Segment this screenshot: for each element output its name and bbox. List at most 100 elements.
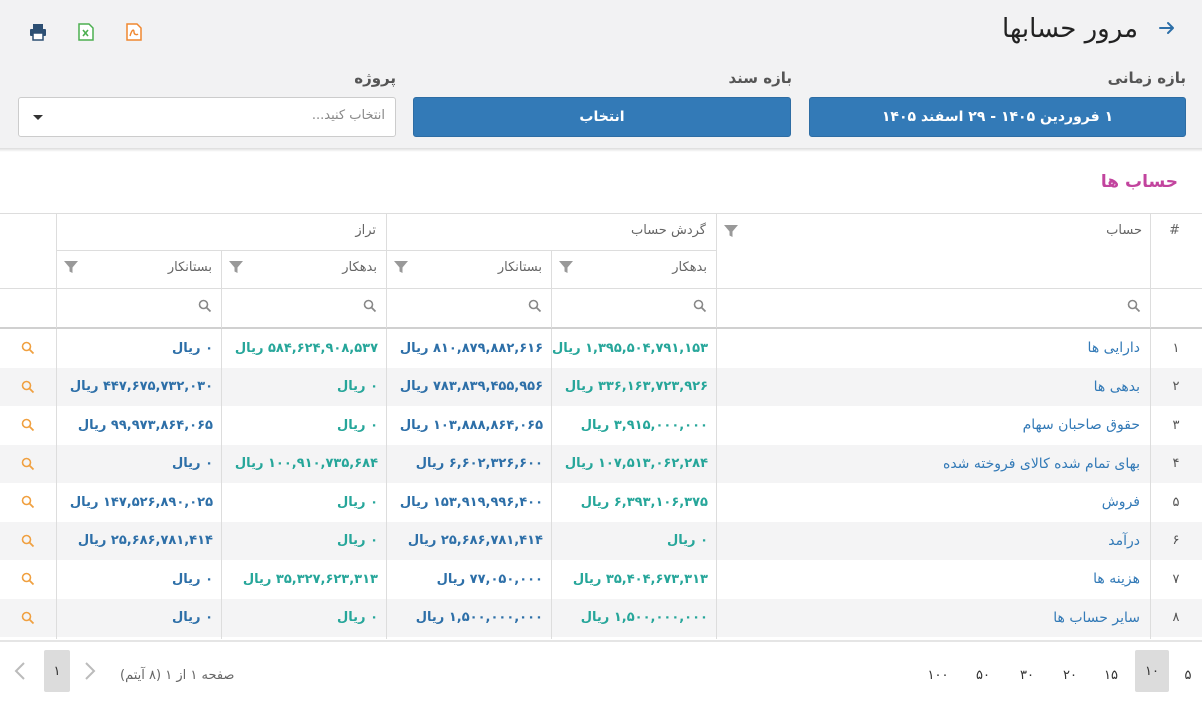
excel-icon[interactable] bbox=[74, 20, 98, 44]
page-size-100[interactable]: ۱۰۰ bbox=[926, 660, 950, 690]
table-row[interactable]: ۶ درآمد ۰ ریال ۲۵,۶۸۶,۷۸۱,۴۱۴ ریال ۰ ریال ۲۵,… bbox=[0, 521, 1202, 560]
row-index: ۸ bbox=[1172, 610, 1180, 625]
turnover-debit-cell: ۱,۵۰۰,۰۰۰,۰۰۰ ریال bbox=[580, 610, 708, 625]
balance-debit-cell: ۰ ریال bbox=[337, 494, 378, 510]
body-divider-b-credit bbox=[56, 329, 57, 639]
body-divider-index bbox=[1150, 329, 1151, 639]
row-index: ۴ bbox=[1172, 456, 1180, 471]
search-icon[interactable] bbox=[693, 298, 707, 313]
search-icon[interactable] bbox=[363, 298, 377, 313]
row-index: ۶ bbox=[1172, 533, 1180, 548]
account-link[interactable]: هزینه ها bbox=[716, 560, 1150, 598]
filter-icon[interactable] bbox=[63, 259, 79, 275]
search-icon[interactable] bbox=[528, 298, 542, 313]
body-divider-b-debit bbox=[221, 329, 222, 639]
body-divider-t-debit bbox=[551, 329, 552, 639]
balance-credit-cell: ۰ ریال bbox=[172, 571, 213, 587]
account-link[interactable]: سایر حساب ها bbox=[716, 599, 1150, 637]
filter-icon[interactable] bbox=[558, 259, 574, 275]
account-link[interactable]: بدهی ها bbox=[716, 368, 1150, 406]
body-divider-t-credit bbox=[386, 329, 387, 639]
balance-debit-cell: ۵۸۴,۶۲۴,۹۰۸,۵۳۷ ریال bbox=[234, 340, 378, 356]
account-link[interactable]: فروش bbox=[716, 483, 1150, 521]
header-turnover-debit[interactable]: بدهکار bbox=[672, 260, 707, 275]
table-row[interactable]: ۱ دارایی ها ۱,۳۹۵,۵۰۴,۷۹۱,۱۵۳ ریال ۸۱۰,۸۷۹,… bbox=[0, 329, 1202, 368]
header-account[interactable]: حساب bbox=[1106, 223, 1142, 238]
table-row[interactable]: ۸ سایر حساب ها ۱,۵۰۰,۰۰۰,۰۰۰ ریال ۱,۵۰۰,۰۰۰… bbox=[0, 598, 1202, 637]
view-search-icon[interactable] bbox=[0, 560, 56, 598]
row-index: ۵ bbox=[1172, 494, 1180, 510]
print-icon[interactable] bbox=[26, 20, 50, 44]
grid-body: ۸ سایر حساب ها ۱,۵۰۰,۰۰۰,۰۰۰ ریال ۱,۵۰۰,۰۰۰… bbox=[0, 329, 1202, 639]
page-info: صفحه ۱ از ۱ (۸ آیتم) bbox=[120, 667, 235, 683]
view-search-icon[interactable] bbox=[0, 445, 56, 483]
header-balance-debit[interactable]: بدهکار bbox=[342, 260, 377, 275]
turnover-debit-cell: ۳,۹۱۵,۰۰۰,۰۰۰ ریال bbox=[580, 417, 708, 433]
filter-icon[interactable] bbox=[723, 223, 739, 239]
chevron-down-icon bbox=[33, 115, 43, 120]
account-link[interactable]: حقوق صاحبان سهام bbox=[716, 406, 1150, 444]
header-balance-credit[interactable]: بستانکار bbox=[168, 260, 212, 275]
turnover-credit-cell: ۱۵۳,۹۱۹,۹۹۶,۴۰۰ ریال bbox=[399, 494, 543, 510]
col-divider-balance bbox=[221, 250, 222, 328]
page-size-30[interactable]: ۳۰ bbox=[1015, 660, 1039, 690]
account-link[interactable]: دارایی ها bbox=[716, 329, 1150, 367]
balance-credit-cell: ۱۴۷,۵۲۶,۸۹۰,۰۲۵ ریال bbox=[69, 494, 213, 510]
pdf-icon[interactable] bbox=[122, 20, 146, 44]
view-search-icon[interactable] bbox=[0, 522, 56, 560]
date-range-button[interactable]: ۱ فروردین ۱۴۰۵ - ۲۹ اسفند ۱۴۰۵ bbox=[809, 97, 1186, 137]
turnover-debit-cell: ۳۳۶,۱۶۳,۷۲۳,۹۲۶ ریال bbox=[564, 379, 708, 394]
turnover-credit-cell: ۸۱۰,۸۷۹,۸۸۲,۶۱۶ ریال bbox=[399, 340, 543, 356]
view-search-icon[interactable] bbox=[0, 483, 56, 521]
col-divider-view bbox=[56, 213, 57, 328]
doc-range-label: بازه سند bbox=[728, 69, 792, 87]
balance-debit-cell: ۰ ریال bbox=[337, 417, 378, 433]
header-divider bbox=[0, 288, 1202, 289]
chevron-left-icon[interactable] bbox=[10, 658, 30, 684]
page-size-15[interactable]: ۱۵ bbox=[1099, 660, 1123, 690]
page-size-20[interactable]: ۲۰ bbox=[1058, 660, 1082, 690]
project-select[interactable]: انتخاب کنید... bbox=[18, 97, 396, 137]
doc-range-button[interactable]: انتخاب bbox=[413, 97, 791, 137]
balance-debit-cell: ۳۵,۳۲۷,۶۲۳,۳۱۳ ریال bbox=[242, 571, 378, 587]
turnover-credit-cell: ۷۸۳,۸۳۹,۴۵۵,۹۵۶ ریال bbox=[399, 379, 543, 394]
project-label: پروژه bbox=[354, 69, 396, 87]
row-index: ۷ bbox=[1172, 571, 1180, 587]
top-toolbar: مرور حسابها بازه زمانی بازه سند پروژه ۱ … bbox=[0, 0, 1202, 148]
chevron-right-icon[interactable] bbox=[80, 658, 100, 684]
page-button-1[interactable]: ۱ bbox=[44, 650, 70, 692]
view-search-icon[interactable] bbox=[0, 368, 56, 406]
balance-credit-cell: ۴۴۷,۶۷۵,۷۳۲,۰۳۰ ریال bbox=[69, 379, 213, 394]
header-balance-group: تراز bbox=[355, 223, 376, 238]
table-row[interactable]: ۷ هزینه ها ۳۵,۴۰۴,۶۷۳,۳۱۳ ریال ۷۷,۰۵۰,۰۰۰ ر… bbox=[0, 560, 1202, 599]
page-size-10[interactable]: ۱۰ bbox=[1135, 650, 1169, 692]
turnover-debit-cell: ۰ ریال bbox=[667, 533, 708, 548]
turnover-debit-cell: ۱۰۷,۵۱۳,۰۶۲,۲۸۴ ریال bbox=[564, 456, 708, 471]
turnover-credit-cell: ۲۵,۶۸۶,۷۸۱,۴۱۴ ریال bbox=[407, 533, 543, 548]
row-index: ۱ bbox=[1172, 340, 1180, 356]
arrow-right-icon[interactable] bbox=[1156, 18, 1178, 46]
body-divider-account bbox=[716, 329, 717, 639]
table-row[interactable]: ۲ بدهی ها ۳۳۶,۱۶۳,۷۲۳,۹۲۶ ریال ۷۸۳,۸۳۹,۴۵۵,… bbox=[0, 367, 1202, 406]
filter-icon[interactable] bbox=[228, 259, 244, 275]
turnover-debit-cell: ۳۵,۴۰۴,۶۷۳,۳۱۳ ریال bbox=[572, 571, 708, 587]
page-size-5[interactable]: ۵ bbox=[1176, 660, 1200, 690]
balance-debit-cell: ۰ ریال bbox=[337, 533, 378, 548]
search-icon[interactable] bbox=[1127, 298, 1141, 313]
view-search-icon[interactable] bbox=[0, 406, 56, 444]
account-link[interactable]: درآمد bbox=[716, 522, 1150, 560]
balance-debit-cell: ۰ ریال bbox=[337, 610, 378, 625]
filter-icon[interactable] bbox=[393, 259, 409, 275]
col-divider-account bbox=[716, 213, 717, 328]
header-turnover-group: گردش حساب bbox=[631, 223, 706, 238]
page-size-50[interactable]: ۵۰ bbox=[971, 660, 995, 690]
balance-credit-cell: ۹۹,۹۷۳,۸۶۴,۰۶۵ ریال bbox=[77, 417, 213, 433]
table-row[interactable]: ۴ بهای تمام شده کالای فروخته شده ۱۰۷,۵۱۳,۰… bbox=[0, 444, 1202, 483]
search-icon[interactable] bbox=[198, 298, 212, 313]
view-search-icon[interactable] bbox=[0, 599, 56, 637]
table-row[interactable]: ۳ حقوق صاحبان سهام ۳,۹۱۵,۰۰۰,۰۰۰ ریال ۱۰۳,۸… bbox=[0, 406, 1202, 445]
table-row[interactable]: ۵ فروش ۶,۳۹۳,۱۰۶,۳۷۵ ریال ۱۵۳,۹۱۹,۹۹۶,۴۰۰ ر… bbox=[0, 483, 1202, 522]
header-turnover-credit[interactable]: بستانکار bbox=[498, 260, 542, 275]
view-search-icon[interactable] bbox=[0, 329, 56, 367]
account-link[interactable]: بهای تمام شده کالای فروخته شده bbox=[716, 445, 1150, 483]
